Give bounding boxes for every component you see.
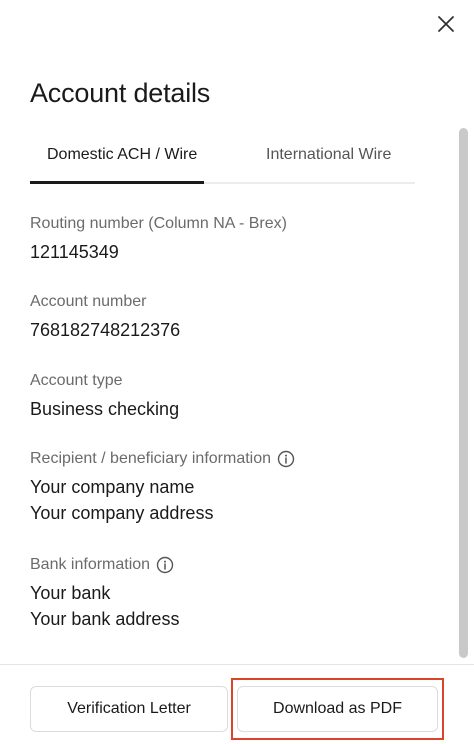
routing-number-value: 121145349 [30, 242, 119, 262]
close-icon [438, 16, 454, 32]
info-icon[interactable] [277, 450, 295, 468]
account-number-field: Account number 768182748212376 [30, 292, 180, 343]
tab-bar: Domestic ACH / Wire International Wire [30, 130, 415, 184]
account-type-label: Account type [30, 372, 123, 389]
bank-info-field: Bank information Your bank Your bank add… [30, 555, 179, 632]
scrollbar[interactable] [459, 128, 468, 658]
company-name-value: Your company name [30, 477, 195, 497]
account-details-panel: Account details Domestic ACH / Wire Inte… [0, 0, 474, 744]
bank-info-label: Bank information [30, 556, 151, 573]
close-button[interactable] [430, 8, 462, 40]
recipient-info-label: Recipient / beneficiary information [30, 450, 272, 467]
footer-divider [0, 664, 474, 665]
account-number-value: 768182748212376 [30, 320, 181, 340]
verification-letter-button[interactable]: Verification Letter [30, 686, 228, 732]
routing-number-label: Routing number (Column NA - Brex) [30, 215, 287, 232]
active-tab-indicator [30, 181, 204, 184]
routing-number-field: Routing number (Column NA - Brex) 121145… [30, 214, 287, 265]
tab-international-wire[interactable]: International Wire [266, 146, 391, 164]
account-type-field: Account type Business checking [30, 371, 179, 422]
page-title: Account details [30, 78, 211, 108]
account-type-value: Business checking [30, 399, 180, 419]
account-number-label: Account number [30, 293, 147, 310]
download-pdf-button[interactable]: Download as PDF [237, 686, 438, 732]
recipient-info-field: Recipient / beneficiary information Your… [30, 449, 295, 526]
company-address-value: Your company address [30, 503, 214, 523]
bank-name-value: Your bank [30, 583, 111, 603]
bank-address-value: Your bank address [30, 609, 180, 629]
info-icon[interactable] [156, 556, 174, 574]
tab-domestic-ach-wire[interactable]: Domestic ACH / Wire [47, 146, 197, 164]
